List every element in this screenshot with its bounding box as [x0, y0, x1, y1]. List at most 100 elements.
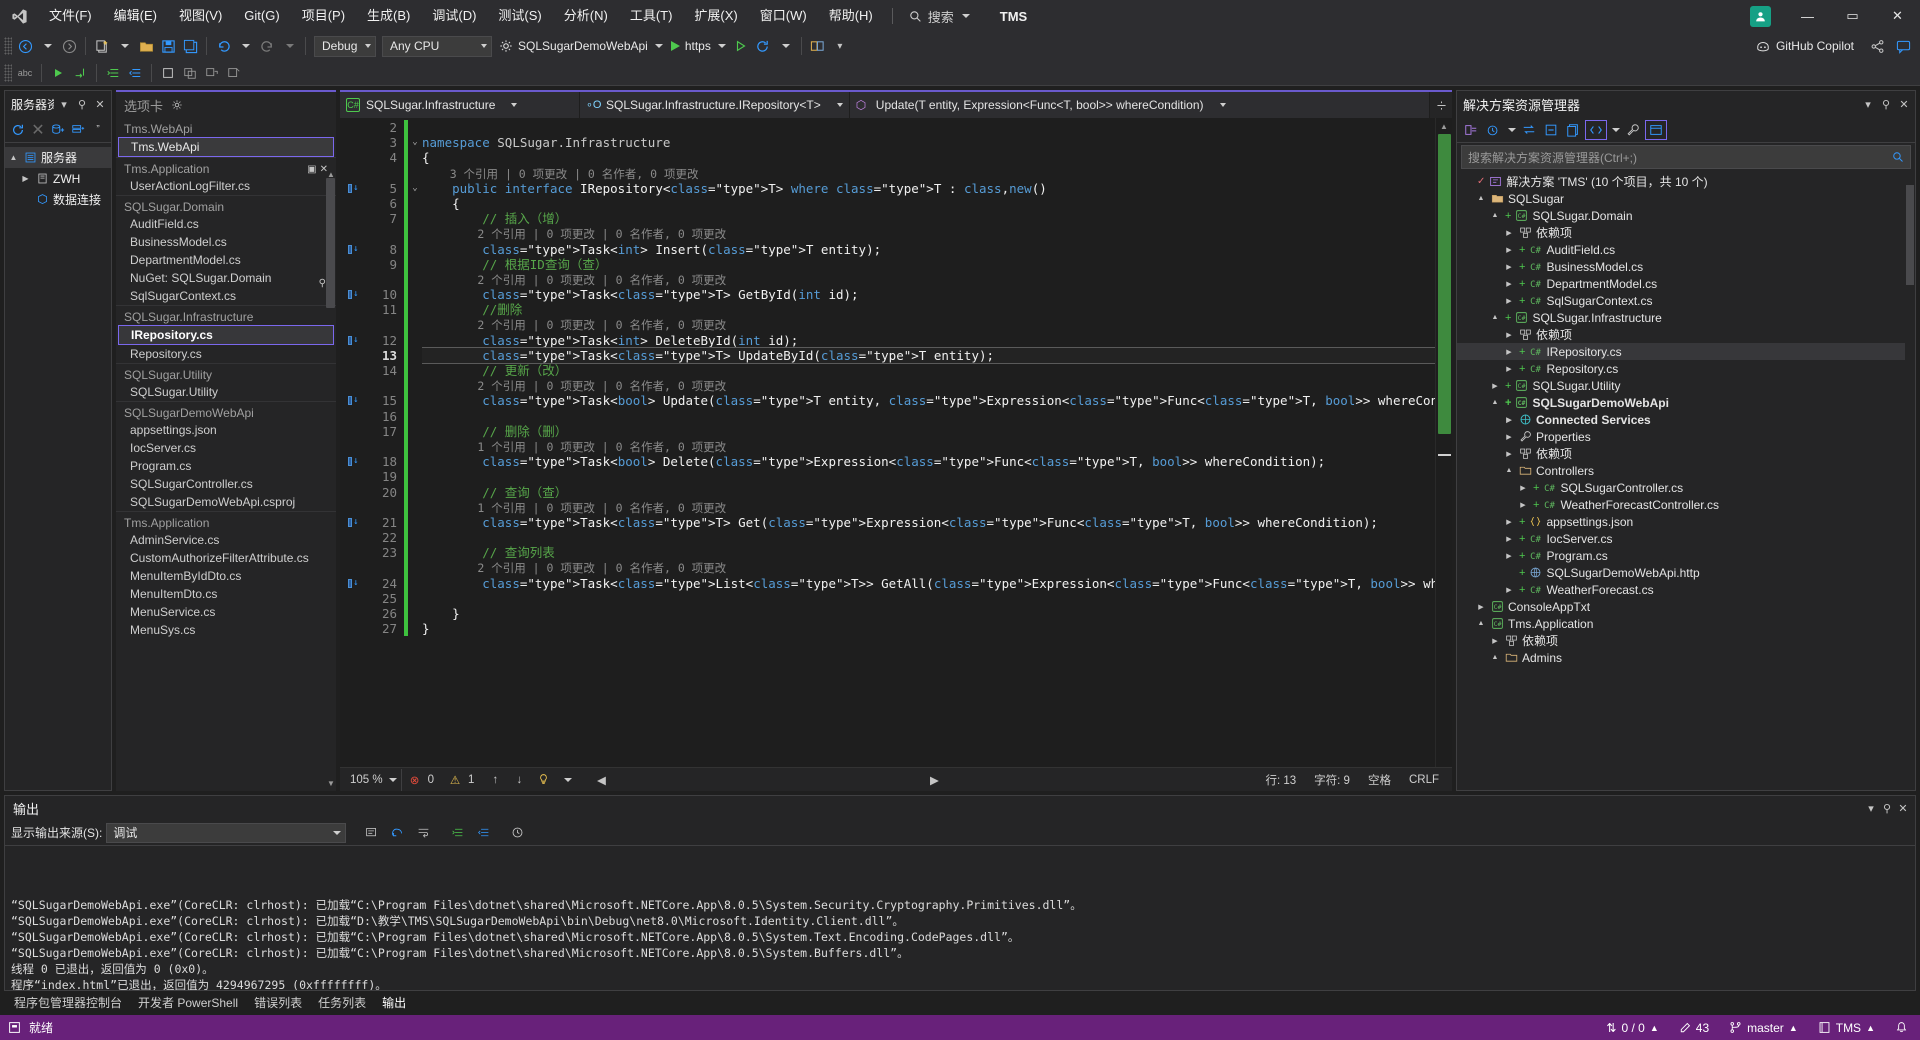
editor-vertical-scrollbar[interactable]: ▲ ▼ [1435, 118, 1452, 767]
glyph-row[interactable] [340, 560, 366, 575]
file-item-businessmodel[interactable]: BusinessModel.cs [116, 233, 336, 251]
expander-icon[interactable]: ▶ [1503, 297, 1515, 305]
solution-node[interactable]: ▶ + C# DepartmentModel.cs [1457, 275, 1915, 292]
outdent-button[interactable] [124, 62, 146, 84]
code-line[interactable]: public interface IRepository<class="type… [422, 181, 1435, 196]
solution-node[interactable]: ▲ + C# SQLSugar.Domain [1457, 207, 1915, 224]
expander-icon[interactable]: ▶ [1503, 229, 1515, 237]
glyph-row[interactable]: ↓ [340, 454, 366, 469]
code-line[interactable] [422, 120, 1435, 135]
solution-node[interactable]: ▶ 依赖项 [1457, 632, 1915, 649]
solution-node[interactable]: ▶ Connected Services [1457, 411, 1915, 428]
find-message-icon[interactable] [360, 823, 382, 843]
glyph-row[interactable] [340, 591, 366, 606]
inheritance-glyph-icon[interactable]: ↓ [347, 395, 359, 406]
close-icon[interactable]: ✕ [1895, 799, 1911, 817]
search-input[interactable]: 搜索 [901, 4, 978, 28]
code-surface[interactable]: ↓ ↓ ↓ ↓ ↓ ↓ ↓ ↓ 2 3 4 5 6 7 8 9 10 11 12 13 14 15 16 17 18 19 20 2… [340, 118, 1435, 767]
code-line[interactable]: } [422, 606, 1435, 621]
repository-selector[interactable]: TMS ▲ [1808, 1015, 1885, 1040]
glyph-row[interactable] [340, 135, 366, 150]
nav-member-dropdown[interactable]: ⬡ Update(T entity, Expression<Func<T, bo… [849, 92, 1430, 118]
solution-node[interactable]: ▲ + C# SQLSugarDemoWebApi [1457, 394, 1915, 411]
code-line[interactable]: namespace SQLSugar.Infrastructure [422, 135, 1435, 150]
toggle-word-wrap-icon[interactable] [412, 823, 434, 843]
code-line[interactable]: 1 个引用 | 0 项更改 | 0 名作者, 0 项更改 [422, 439, 1435, 454]
solution-search-input[interactable]: 搜索解决方案资源管理器(Ctrl+;) [1461, 145, 1911, 169]
add-server-icon[interactable] [69, 120, 87, 140]
expander-icon[interactable]: ▶ [1489, 382, 1501, 390]
notifications-button[interactable] [1885, 1015, 1918, 1040]
tab-developer-powershell[interactable]: 开发者 PowerShell [130, 992, 246, 1014]
glyph-row[interactable] [340, 378, 366, 393]
solution-platform-dropdown[interactable]: Any CPU [382, 35, 492, 57]
feedback-button[interactable] [1892, 35, 1914, 57]
file-item-menusys[interactable]: MenuSys.cs [116, 621, 336, 639]
code-line[interactable]: class="type">Task<class="type">List<clas… [422, 576, 1435, 591]
solution-menu-icon[interactable]: ▾ [1860, 95, 1876, 113]
file-item-tms-webapi[interactable]: Tms.WebApi [118, 137, 334, 157]
solution-node[interactable]: ▶ 依赖项 [1457, 326, 1915, 343]
code-text[interactable]: namespace SQLSugar.Infrastructure{ 3 个引用… [422, 118, 1435, 767]
step-into-button[interactable] [47, 62, 69, 84]
expander-icon[interactable]: ▶ [1503, 263, 1515, 271]
connect-database-icon[interactable] [49, 120, 67, 140]
new-project-dropdown[interactable] [113, 35, 135, 57]
solution-scrollbar[interactable] [1905, 171, 1915, 790]
git-branch-selector[interactable]: master ▲ [1719, 1015, 1808, 1040]
inheritance-glyph-icon[interactable]: ↓ [347, 517, 359, 528]
solution-node[interactable]: ▶ + C# WeatherForecast.cs [1457, 581, 1915, 598]
glyph-row[interactable] [340, 166, 366, 181]
view-code-dropdown[interactable] [1609, 120, 1621, 140]
solution-node[interactable]: ▶ + C# WeatherForecastController.cs [1457, 496, 1915, 513]
file-item-nuget-sqlsugar-domain[interactable]: NuGet: SQLSugar.Domain [116, 269, 336, 287]
glyph-row[interactable]: ↓ [340, 333, 366, 348]
fold-toggle[interactable]: ⌄ [408, 181, 422, 196]
code-line[interactable]: 2 个引用 | 0 项更改 | 0 名作者, 0 项更改 [422, 560, 1435, 575]
minimize-button[interactable]: — [1785, 0, 1830, 32]
glyph-row[interactable] [340, 120, 366, 135]
code-line[interactable]: 2 个引用 | 0 项更改 | 0 名作者, 0 项更改 [422, 272, 1435, 287]
output-scrollbar[interactable] [1903, 846, 1915, 990]
expander-icon[interactable]: ▲ [1489, 212, 1501, 219]
expander-icon[interactable]: ▶ [1475, 603, 1487, 611]
expander-icon[interactable]: ▶ [1517, 484, 1529, 492]
show-all-files-icon[interactable] [1563, 120, 1583, 140]
solution-node[interactable]: ▲ + C# SQLSugar.Infrastructure [1457, 309, 1915, 326]
secondary-toolbar-grip[interactable] [4, 63, 12, 82]
menu-git[interactable]: Git(G) [233, 0, 290, 32]
server-node-zwh[interactable]: ▶ ZWH [5, 168, 111, 189]
scroll-up-arrow[interactable]: ▲ [1436, 118, 1452, 134]
code-line[interactable]: class="type">Task<class="type">T> GetByI… [422, 287, 1435, 302]
file-item-sqlsugar-utility[interactable]: SQLSugar.Utility [116, 383, 336, 401]
pending-changes-icon[interactable] [1483, 120, 1503, 140]
expander-icon[interactable]: ▶ [1503, 331, 1515, 339]
glyph-row[interactable]: ↓ [340, 576, 366, 591]
expander-icon[interactable]: ▶ [1503, 450, 1515, 458]
scroll-left-button[interactable]: ◀ [590, 770, 612, 790]
menu-tools[interactable]: 工具(T) [619, 0, 684, 32]
fold-margin[interactable]: ⌄ ⌄ [408, 118, 422, 767]
code-line[interactable] [422, 530, 1435, 545]
code-line[interactable] [422, 591, 1435, 606]
navigate-backward-button[interactable] [14, 35, 36, 57]
split-editor-button[interactable] [1430, 92, 1452, 118]
solution-configuration-dropdown[interactable]: Debug [314, 35, 376, 57]
code-line[interactable]: // 查询列表 [422, 545, 1435, 560]
glyph-row[interactable] [340, 150, 366, 165]
glyph-row[interactable] [340, 363, 366, 378]
github-copilot-button[interactable]: GitHub Copilot [1748, 35, 1862, 57]
inheritance-glyph-icon[interactable]: ↓ [347, 456, 359, 467]
solution-node[interactable]: ▶ + C# SqlSugarContext.cs [1457, 292, 1915, 309]
indentation-indicator[interactable]: 空格 [1359, 772, 1400, 788]
code-line[interactable]: class="type">Task<class="type">T> Get(cl… [422, 515, 1435, 530]
lightbulb-icon[interactable] [532, 770, 554, 790]
code-line[interactable]: class="type">Task<int> Insert(class="typ… [422, 242, 1435, 257]
file-item-repository[interactable]: Repository.cs [116, 345, 336, 363]
expander-icon[interactable]: ▶ [1503, 246, 1515, 254]
code-line[interactable]: //删除 [422, 302, 1435, 317]
expander-icon[interactable]: ▶ [19, 174, 32, 183]
close-icon[interactable]: ✕ [1896, 95, 1912, 113]
view-code-icon[interactable] [1585, 119, 1607, 140]
tab-close-icon[interactable]: ▣ [307, 164, 316, 175]
